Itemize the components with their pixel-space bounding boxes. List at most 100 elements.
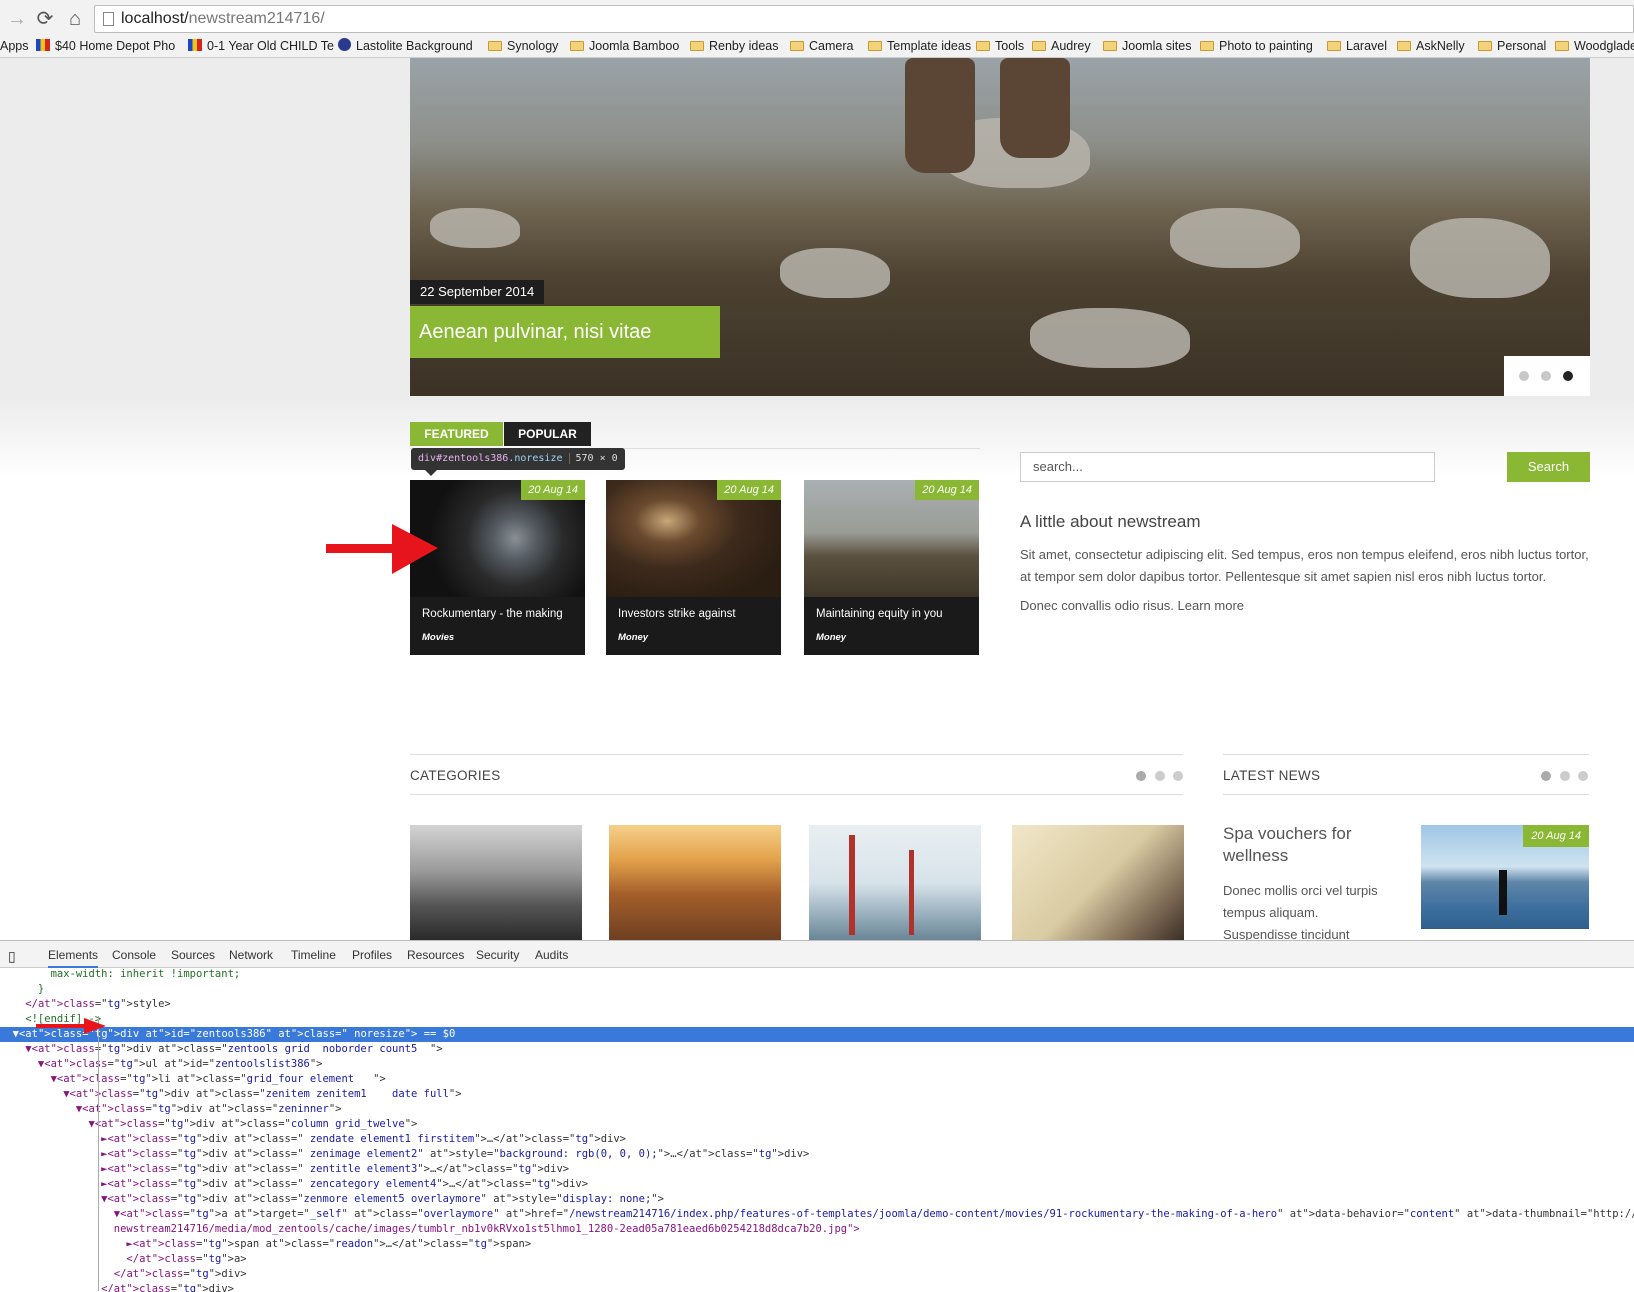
tab-audits[interactable]: Audits xyxy=(535,948,568,962)
category-image[interactable] xyxy=(809,825,981,940)
devtools-panel: ▯ Elements Console Sources Network Timeline P… xyxy=(0,940,1634,1292)
news-dot-2[interactable] xyxy=(1560,771,1570,781)
bookmark-lastolite-background[interactable]: Lastolite Background xyxy=(338,37,473,55)
dom-node-line[interactable]: ▼<at">class="tg">div at">class="zenmore … xyxy=(0,1192,1634,1207)
home-icon[interactable]: ⌂ xyxy=(62,6,88,32)
dom-node-line[interactable]: ▼<at">class="tg">div at">class="column g… xyxy=(0,1117,1634,1132)
bookmark-joomla-bamboo[interactable]: Joomla Bamboo xyxy=(570,37,679,55)
news-dot-3[interactable] xyxy=(1578,771,1588,781)
bookmark-camera[interactable]: Camera xyxy=(790,37,853,55)
categories-dot-3[interactable] xyxy=(1173,771,1183,781)
forward-icon[interactable]: → xyxy=(4,6,30,32)
dom-node-line[interactable]: ▼<at">class="tg">div at">class="zentools… xyxy=(0,1042,1634,1057)
dom-node-line[interactable]: ►<at">class="tg">span at">class="readon"… xyxy=(0,1237,1634,1252)
folder-icon xyxy=(1478,41,1492,51)
bookmark-joomla-sites[interactable]: Joomla sites xyxy=(1103,37,1191,55)
featured-card[interactable]: 20 Aug 14 Investors strike against Money xyxy=(606,480,781,655)
news-item-image[interactable]: 20 Aug 14 xyxy=(1421,825,1589,929)
bookmark-synology[interactable]: Synology xyxy=(488,37,558,55)
category-image[interactable] xyxy=(609,825,781,940)
section-divider xyxy=(1223,794,1589,795)
dom-node-line[interactable]: <![endif]--> xyxy=(0,1012,1634,1027)
bookmark-asknelly[interactable]: AskNelly xyxy=(1397,37,1465,55)
categories-dot-1[interactable] xyxy=(1136,771,1146,781)
card-category[interactable]: Money xyxy=(816,632,846,643)
tab-elements[interactable]: Elements xyxy=(48,948,99,968)
dom-node-line[interactable]: ►<at">class="tg">div at">class=" zenimag… xyxy=(0,1147,1634,1162)
search-input[interactable]: search... xyxy=(1020,452,1435,482)
hero-slideshow[interactable]: 22 September 2014 Aenean pulvinar, nisi … xyxy=(410,58,1590,396)
hero-title[interactable]: Aenean pulvinar, nisi vitae xyxy=(410,306,720,358)
dom-node-line[interactable]: } xyxy=(0,982,1634,997)
category-image[interactable] xyxy=(410,825,582,940)
tab-network[interactable]: Network xyxy=(229,948,273,962)
card-title[interactable]: Maintaining equity in you xyxy=(816,608,943,620)
category-image[interactable] xyxy=(1012,825,1184,940)
hero-rock xyxy=(1030,308,1190,368)
bookmark-audrey[interactable]: Audrey xyxy=(1032,37,1091,55)
url-text: localhost/newstream214716/ xyxy=(121,10,325,27)
bookmark-tools[interactable]: Tools xyxy=(976,37,1024,55)
dom-node-line[interactable]: ►<at">class="tg">div at">class=" zentitl… xyxy=(0,1162,1634,1177)
learn-more-link[interactable]: Learn more xyxy=(1178,598,1244,613)
tab-resources[interactable]: Resources xyxy=(407,948,464,962)
bookmark-label: Synology xyxy=(507,39,559,53)
hero-date: 22 September 2014 xyxy=(410,280,545,304)
dom-node-line[interactable]: ▼<at">class="tg">div at">class="zenitem … xyxy=(0,1087,1634,1102)
tab-popular[interactable]: POPULAR xyxy=(504,422,591,446)
bookmark-apps[interactable]: Apps xyxy=(0,37,29,55)
card-category[interactable]: Movies xyxy=(422,632,454,643)
selected-node[interactable]: ▼<at">class="tg">div at">id="zentools386… xyxy=(0,1027,1634,1042)
browser-navbar: → ⟳ ⌂ localhost/newstream214716/ xyxy=(0,2,1634,34)
tab-featured[interactable]: FEATURED xyxy=(410,422,503,446)
dom-node-line[interactable]: max-width: inherit !important; xyxy=(0,969,1634,982)
hero-dot-2[interactable] xyxy=(1541,371,1551,381)
tab-profiles[interactable]: Profiles xyxy=(352,948,392,962)
news-dot-1[interactable] xyxy=(1541,771,1551,781)
news-item-text: Donec mollis orci vel turpis tempus aliq… xyxy=(1223,883,1378,942)
dom-node-line[interactable]: ▼<at">class="tg">ul at">id="zentoolslist… xyxy=(0,1057,1634,1072)
about-text: Sit amet, consectetur adipiscing elit. S… xyxy=(1020,547,1589,584)
bookmark-personal[interactable]: Personal xyxy=(1478,37,1546,55)
section-divider xyxy=(410,754,1183,755)
dom-node-line[interactable]: ▼<at">class="tg">li at">class="grid_four… xyxy=(0,1072,1634,1087)
card-date-badge: 20 Aug 14 xyxy=(915,480,979,500)
address-bar[interactable]: localhost/newstream214716/ xyxy=(94,5,1634,33)
featured-card[interactable]: 20 Aug 14 Maintaining equity in you Mone… xyxy=(804,480,979,655)
bookmark-template-ideas[interactable]: Template ideas xyxy=(868,37,971,55)
dom-node-line[interactable]: ►<at">class="tg">div at">class=" zendate… xyxy=(0,1132,1634,1147)
hero-dot-3[interactable] xyxy=(1563,371,1573,381)
folder-icon xyxy=(976,41,990,51)
tab-sources[interactable]: Sources xyxy=(171,948,215,962)
bookmark-laravel[interactable]: Laravel xyxy=(1327,37,1387,55)
dom-node-line[interactable]: ▼<at">class="tg">div at">class="zeninner… xyxy=(0,1102,1634,1117)
dom-node-line[interactable]: newstream214716/media/mod_zentools/cache… xyxy=(0,1222,1634,1237)
bookmark-photo-to-painting[interactable]: Photo to painting xyxy=(1200,37,1313,55)
bookmark-40-home-depot-pho[interactable]: $40 Home Depot Pho xyxy=(36,37,175,55)
bookmark-0-1-year-old-child-te[interactable]: 0-1 Year Old CHILD Te xyxy=(188,37,334,55)
dom-node-line[interactable]: ►<at">class="tg">div at">class=" zencate… xyxy=(0,1177,1634,1192)
dom-node-line[interactable]: </at">class="tg">style> xyxy=(0,997,1634,1012)
about-more-text: Donec convallis odio risus. xyxy=(1020,598,1174,613)
device-mode-icon[interactable]: ▯ xyxy=(8,948,16,965)
bookmark-woodglade[interactable]: Woodglade xyxy=(1555,37,1634,55)
dom-node-line[interactable]: </at">class="tg">div> xyxy=(0,1267,1634,1282)
card-category[interactable]: Money xyxy=(618,632,648,643)
tab-timeline[interactable]: Timeline xyxy=(291,948,336,962)
dom-node-line[interactable]: ▼<at">class="tg">a at">target="_self" at… xyxy=(0,1207,1634,1222)
folder-icon xyxy=(1200,41,1214,51)
search-button[interactable]: Search xyxy=(1507,452,1590,482)
hero-dot-1[interactable] xyxy=(1519,371,1529,381)
news-item-title[interactable]: Spa vouchers for wellness xyxy=(1223,823,1383,867)
tab-security[interactable]: Security xyxy=(476,948,519,962)
card-title[interactable]: Rockumentary - the making xyxy=(422,608,563,620)
dom-node-line[interactable]: </at">class="tg">a> xyxy=(0,1252,1634,1267)
tab-console[interactable]: Console xyxy=(112,948,156,962)
card-title[interactable]: Investors strike against xyxy=(618,608,736,620)
categories-dot-2[interactable] xyxy=(1155,771,1165,781)
reload-icon[interactable]: ⟳ xyxy=(32,6,58,32)
about-title: A little about newstream xyxy=(1020,512,1201,531)
bookmark-renby-ideas[interactable]: Renby ideas xyxy=(690,37,779,55)
bookmark-label: Tools xyxy=(995,39,1025,53)
folder-icon xyxy=(570,41,584,51)
